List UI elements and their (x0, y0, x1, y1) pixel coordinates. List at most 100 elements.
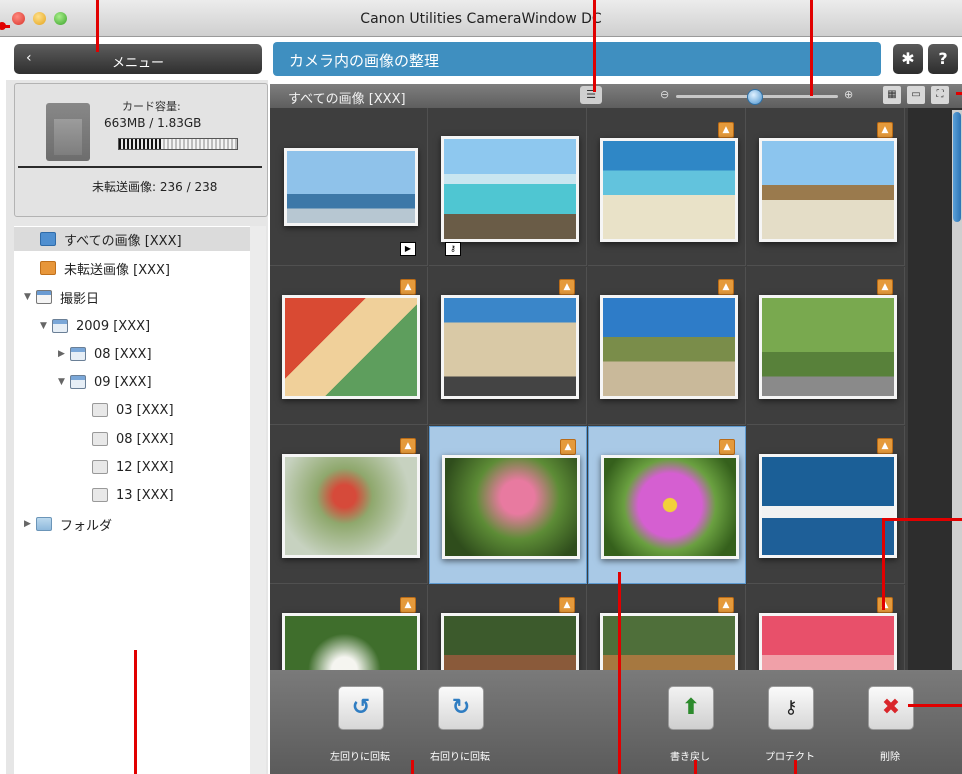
calendar-icon (70, 375, 86, 389)
tree-item-shooting-date[interactable]: ▼ 撮影日 (24, 285, 99, 309)
protect-button[interactable]: ⚷ (768, 686, 814, 730)
disclosure-closed-icon[interactable]: ▶ (24, 519, 36, 529)
thumbnail-cell[interactable]: ▲ (588, 108, 746, 266)
thumbnail-cell-selected[interactable]: ▲ (588, 426, 746, 584)
fullscreen-button[interactable]: ⛶ (931, 86, 949, 104)
help-icon: ? (938, 49, 948, 68)
help-button[interactable]: ? (928, 44, 958, 74)
annotation-line (411, 760, 414, 774)
single-view-icon: ▭ (911, 89, 921, 100)
tree-item-label: フォルダ (60, 518, 113, 534)
delete-button[interactable]: ✖ (868, 686, 914, 730)
annotation-line (593, 0, 596, 92)
card-divider (18, 166, 262, 168)
thumbnail-cell[interactable]: ▲ (588, 585, 746, 670)
thumbnail-image[interactable] (441, 295, 579, 399)
thumbnail-cell[interactable]: ▲ (747, 267, 905, 425)
delete-label: 削除 (880, 752, 900, 763)
untransferred-badge-icon: ▲ (719, 439, 735, 455)
grid-view-button[interactable]: ▦ (883, 86, 901, 104)
delete-x-icon: ✖ (881, 695, 901, 720)
untransferred-badge-icon: ▲ (877, 597, 893, 613)
annotation-line (956, 92, 962, 95)
tree-item-08[interactable]: ▶ 08 [XXX] (58, 342, 152, 366)
tree-item-09[interactable]: ▼ 09 [XXX] (58, 370, 152, 394)
zoom-slider-thumb[interactable] (747, 89, 763, 105)
tree-item-folder[interactable]: ▶ フォルダ (24, 512, 112, 536)
tree-item-day-13[interactable]: 13 [XXX] (92, 483, 174, 507)
thumbnail-image[interactable] (600, 295, 738, 399)
thumbnail-cell[interactable]: ▲ (429, 267, 587, 425)
tree-item-day-12[interactable]: 12 [XXX] (92, 455, 174, 479)
thumbnail-cell[interactable]: ▲ (270, 426, 428, 584)
untransferred-badge-icon: ▲ (718, 122, 734, 138)
thumbnail-image[interactable] (601, 455, 739, 559)
single-view-button[interactable]: ▭ (907, 86, 925, 104)
thumbnail-image[interactable] (441, 613, 579, 670)
tree-item-2009[interactable]: ▼ 2009 [XXX] (40, 314, 150, 338)
tree-item-label: 12 [XXX] (116, 459, 174, 475)
capacity-label: カード容量: (122, 100, 181, 113)
thumbnail-image[interactable] (759, 138, 897, 242)
window-title: Canon Utilities CameraWindow DC (360, 11, 602, 27)
rotate-left-button[interactable]: ↺ (338, 686, 384, 730)
thumbnail-image[interactable] (284, 148, 418, 226)
tree-item-label: 08 [XXX] (94, 346, 152, 362)
tree-item-label: すべての画像 [XXX] (64, 233, 182, 249)
untransferred-badge-icon: ▲ (718, 279, 734, 295)
untransferred-badge-icon: ▲ (877, 122, 893, 138)
grid-scrollbar-thumb[interactable] (953, 112, 961, 222)
menu-back-button[interactable]: ‹ メニュー (14, 44, 262, 74)
disclosure-open-icon[interactable]: ▼ (58, 377, 70, 387)
thumbnail-cell[interactable]: ▶ (270, 108, 428, 266)
disclosure-closed-icon[interactable]: ▶ (58, 349, 70, 359)
capacity-value: 663MB / 1.83GB (104, 116, 202, 130)
key-icon: ⚷ (784, 697, 798, 718)
thumbnail-image[interactable] (600, 138, 738, 242)
thumbnail-image[interactable] (282, 295, 420, 399)
write-back-button[interactable]: ⬆ (668, 686, 714, 730)
thumbnail-cell[interactable]: ▲ (270, 585, 428, 670)
disclosure-open-icon[interactable]: ▼ (24, 292, 36, 302)
zoom-out-icon: ⊖ (660, 88, 670, 101)
thumbnail-image[interactable] (442, 455, 580, 559)
section-title: カメラ内の画像の整理 (289, 52, 440, 70)
tree-item-label: 03 [XXX] (116, 402, 174, 418)
thumbnail-cell[interactable]: ▲ (588, 267, 746, 425)
thumbnail-cell-selected[interactable]: ▲ (429, 426, 587, 584)
annotation-line (694, 760, 697, 774)
thumbnail-image[interactable] (759, 454, 897, 558)
day-icon (92, 488, 108, 502)
list-view-button[interactable]: ☰ (580, 86, 602, 104)
tree-item-day-03[interactable]: 03 [XXX] (92, 398, 174, 422)
protect-label: プロテクト (765, 752, 815, 763)
annotation-line (134, 650, 137, 774)
day-icon (92, 460, 108, 474)
thumbnail-image[interactable] (282, 613, 420, 670)
tree-item-untransferred[interactable]: 未転送画像 [XXX] (14, 256, 170, 280)
tree-item-label: 13 [XXX] (116, 487, 174, 503)
tree-item-label: 撮影日 (60, 291, 100, 307)
annotation-line (96, 0, 99, 52)
settings-button[interactable]: ✱ (893, 44, 923, 74)
thumbnail-cell[interactable]: ▲ (429, 585, 587, 670)
thumbnail-cell[interactable]: ▲ (270, 267, 428, 425)
write-back-label: 書き戻し (670, 752, 710, 763)
rotate-right-icon: ↻ (451, 695, 471, 720)
thumbnail-cell[interactable]: ▲ (747, 108, 905, 266)
memory-card-icon (46, 103, 90, 161)
tree-item-day-08[interactable]: 08 [XXX] (92, 427, 174, 451)
capacity-bar-fill (119, 139, 161, 149)
disclosure-open-icon[interactable]: ▼ (40, 321, 52, 331)
thumbnail-cell[interactable]: ⚷ (429, 108, 587, 266)
tree-scrollbar[interactable] (250, 226, 266, 774)
rotate-right-button[interactable]: ↻ (438, 686, 484, 730)
thumbnail-image[interactable] (759, 613, 897, 670)
tree-item-all-images[interactable]: すべての画像 [XXX] (14, 227, 250, 251)
untransferred-summary: 未転送画像: 236 / 238 (92, 178, 217, 195)
thumbnail-image[interactable] (282, 454, 420, 558)
untransferred-badge-icon: ▲ (560, 439, 576, 455)
thumbnail-image[interactable] (759, 295, 897, 399)
untransferred-icon (40, 261, 56, 275)
thumbnail-image[interactable] (441, 136, 579, 242)
